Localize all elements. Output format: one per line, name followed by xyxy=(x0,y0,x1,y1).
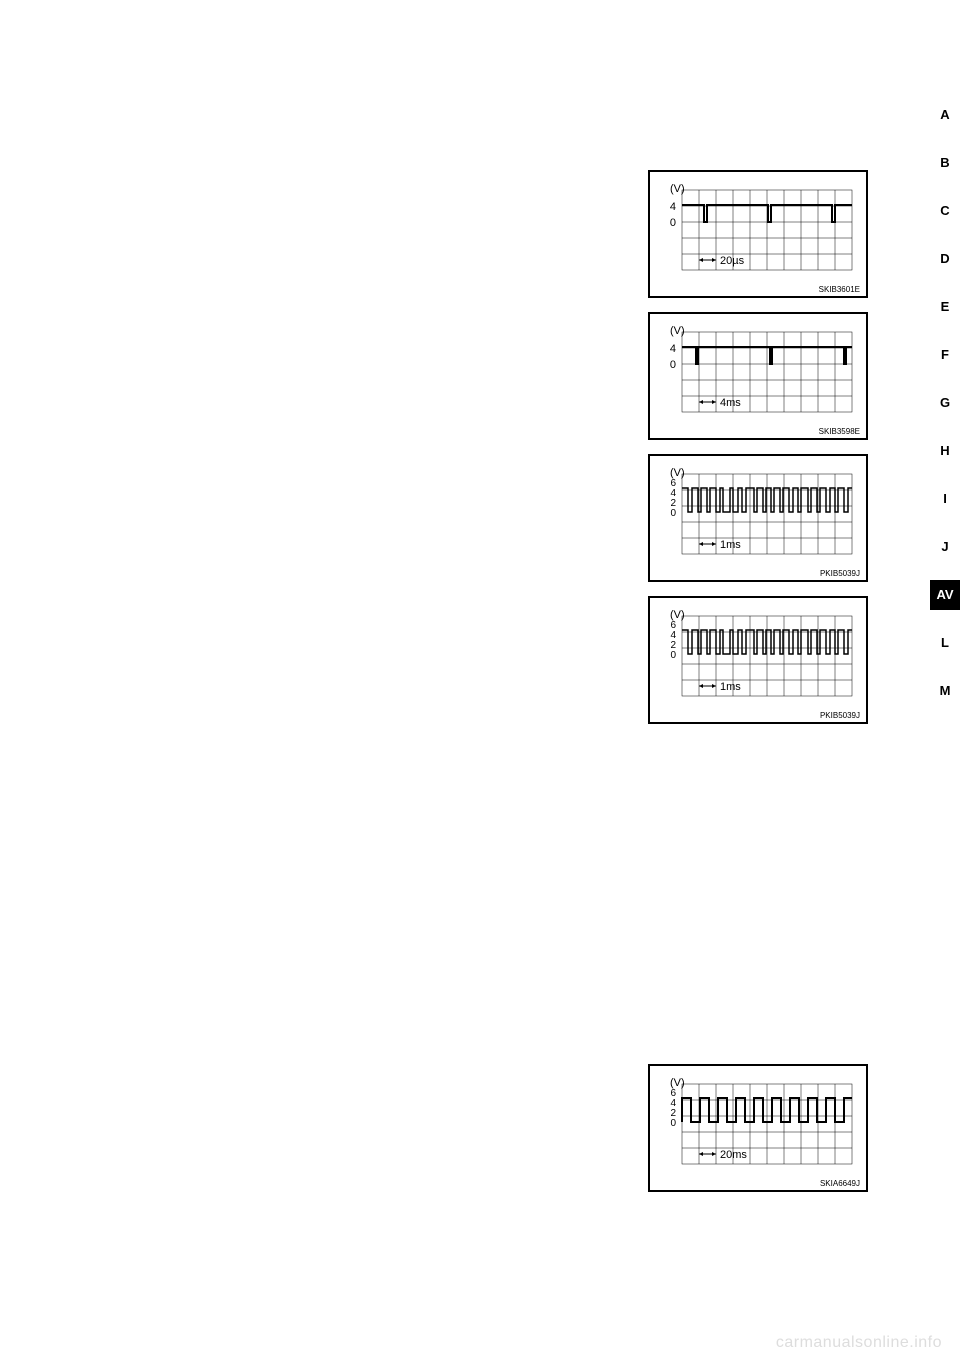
waveform-charts-top: (V) 4 0 20µs SKIB3601E (V) 4 0 xyxy=(648,170,868,738)
tab-h[interactable]: H xyxy=(930,436,960,466)
timebase-label: 4ms xyxy=(720,397,741,409)
chart-id-label: SKIB3601E xyxy=(819,285,860,294)
waveform-chart-1: (V) 4 0 20µs SKIB3601E xyxy=(648,170,868,298)
timebase-label: 20µs xyxy=(720,255,745,267)
tab-d[interactable]: D xyxy=(930,244,960,274)
tab-e[interactable]: E xyxy=(930,292,960,322)
tab-i[interactable]: I xyxy=(930,484,960,514)
tab-b[interactable]: B xyxy=(930,148,960,178)
tab-av[interactable]: AV xyxy=(930,580,960,610)
waveform-chart-5: (V) 6 4 2 0 20ms SKIA6649J xyxy=(648,1064,868,1192)
y-tick: 0 xyxy=(670,359,676,371)
chart-id-label: PKIB5039J xyxy=(820,711,860,720)
watermark-text: carmanualsonline.info xyxy=(776,1334,942,1352)
y-tick: 4 xyxy=(670,343,676,355)
section-index-tabs: A B C D E F G H I J AV L M xyxy=(930,100,960,724)
chart-id-label: SKIA6649J xyxy=(820,1179,860,1188)
waveform-charts-bottom: (V) 6 4 2 0 20ms SKIA6649J xyxy=(648,1064,868,1206)
tab-g[interactable]: G xyxy=(930,388,960,418)
chart-id-label: PKIB5039J xyxy=(820,569,860,578)
y-tick: 4 xyxy=(670,201,676,213)
y-tick: 0 xyxy=(670,508,676,519)
tab-l[interactable]: L xyxy=(930,628,960,658)
tab-m[interactable]: M xyxy=(930,676,960,706)
chart-id-label: SKIB3598E xyxy=(819,427,860,436)
y-tick: 0 xyxy=(670,1118,676,1129)
y-unit-label: (V) xyxy=(670,325,685,337)
waveform-chart-3: (V) 6 4 2 0 1ms PKIB5039J xyxy=(648,454,868,582)
waveform-chart-2: (V) 4 0 4ms SKIB3598E xyxy=(648,312,868,440)
tab-j[interactable]: J xyxy=(930,532,960,562)
waveform-chart-4: (V) 6 4 2 0 1ms PKIB5039J xyxy=(648,596,868,724)
y-unit-label: (V) xyxy=(670,183,685,195)
timebase-label: 20ms xyxy=(720,1149,747,1161)
y-tick: 0 xyxy=(670,217,676,229)
tab-f[interactable]: F xyxy=(930,340,960,370)
timebase-label: 1ms xyxy=(720,539,741,551)
timebase-label: 1ms xyxy=(720,681,741,693)
tab-a[interactable]: A xyxy=(930,100,960,130)
tab-c[interactable]: C xyxy=(930,196,960,226)
y-tick: 0 xyxy=(670,650,676,661)
